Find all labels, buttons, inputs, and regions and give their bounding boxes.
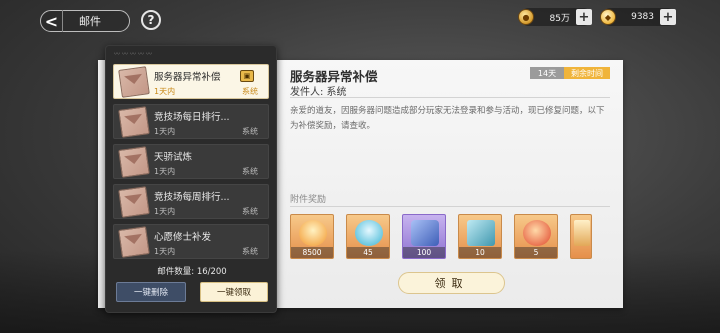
mail-list-panel: 〰〰〰〰〰 服务器异常补偿 ▣ 1天内 系统 竞技场每日排行... 1天内 系统…	[105, 45, 277, 313]
mail-sender: 系统	[242, 127, 258, 136]
diamond-coin-icon: ◆	[600, 9, 616, 25]
reward-qty: 100	[403, 247, 445, 258]
mail-detail-sender: 发件人: 系统	[290, 87, 347, 98]
mail-count: 邮件数量: 16/200	[157, 267, 227, 277]
spirit-flame-icon	[299, 220, 327, 246]
divider	[290, 206, 610, 207]
mail-subject: 心愿修士补发	[154, 232, 212, 243]
mail-time: 1天内	[154, 87, 176, 96]
decorative-scroll-pattern: 〰〰〰〰〰	[114, 51, 155, 58]
mail-item[interactable]: 心愿修士补发 1天内 系统	[113, 224, 269, 259]
mail-time: 1天内	[154, 167, 176, 176]
reward-qty: 8500	[291, 247, 333, 258]
envelope-icon	[118, 106, 150, 138]
reward-qty: 5	[515, 247, 557, 258]
mail-subject: 竞技场每日排行...	[154, 112, 230, 123]
delete-all-button[interactable]: 一键删除	[116, 282, 186, 302]
mail-time: 1天内	[154, 247, 176, 256]
divider	[290, 97, 610, 98]
attachments-label: 附件奖励	[290, 195, 327, 205]
mail-subject: 服务器异常补偿	[154, 72, 221, 83]
reward-item-partial[interactable]	[570, 214, 592, 259]
envelope-icon	[118, 66, 150, 98]
claim-all-button[interactable]: 一键领取	[200, 282, 268, 302]
mail-subject: 天骄试炼	[154, 152, 193, 163]
gold-coin-icon: ●	[518, 9, 534, 25]
mail-sender: 系统	[242, 207, 258, 216]
mail-subject: 竞技场每周排行...	[154, 192, 230, 203]
help-icon[interactable]: ?	[141, 10, 161, 30]
mail-item-selected[interactable]: 服务器异常补偿 ▣ 1天内 系统	[113, 64, 269, 99]
reward-item[interactable]: 100	[402, 214, 446, 259]
back-arrow-icon[interactable]: <	[41, 10, 63, 32]
reward-chest-icon: ▣	[240, 70, 254, 82]
reward-item[interactable]: 45	[346, 214, 390, 259]
page-title: 邮件	[79, 15, 101, 28]
add-diamond-button[interactable]: +	[660, 9, 676, 25]
envelope-icon	[118, 226, 150, 258]
reward-item[interactable]: 5	[514, 214, 558, 259]
mail-sender: 系统	[242, 167, 258, 176]
mail-sender: 系统	[242, 247, 258, 256]
mail-body: 亲爱的道友，因服务器问题造成部分玩家无法登录和参与活动，现已修复问题，以下为补偿…	[290, 106, 605, 131]
gold-resource: ● 85万 +	[518, 8, 592, 26]
mail-item[interactable]: 天骄试炼 1天内 系统	[113, 144, 269, 179]
reward-qty: 45	[347, 247, 389, 258]
mail-time: 1天内	[154, 127, 176, 136]
add-gold-button[interactable]: +	[576, 9, 592, 25]
scroll-icon	[411, 220, 439, 246]
partial-item-icon	[574, 220, 590, 246]
mail-time: 1天内	[154, 207, 176, 216]
claim-button[interactable]: 领取	[398, 272, 505, 294]
days-remaining-badge: 14天	[530, 67, 564, 79]
envelope-icon	[118, 146, 150, 178]
reward-qty: 10	[459, 247, 501, 258]
mail-item[interactable]: 竞技场每周排行... 1天内 系统	[113, 184, 269, 219]
diamond-amount: 9383	[631, 12, 654, 22]
mail-sender: 系统	[242, 87, 258, 96]
back-button[interactable]: < 邮件	[40, 10, 130, 32]
diamond-resource: ◆ 9383 +	[600, 8, 676, 26]
key-icon	[467, 220, 495, 246]
mail-item[interactable]: 竞技场每日排行... 1天内 系统	[113, 104, 269, 139]
gold-amount: 85万	[549, 13, 570, 24]
pill-icon	[355, 220, 383, 246]
reward-item[interactable]: 8500	[290, 214, 334, 259]
reward-item[interactable]: 10	[458, 214, 502, 259]
orb-icon	[523, 220, 551, 246]
envelope-icon	[118, 186, 150, 218]
remaining-time-badge: 剩余时间	[564, 67, 610, 79]
